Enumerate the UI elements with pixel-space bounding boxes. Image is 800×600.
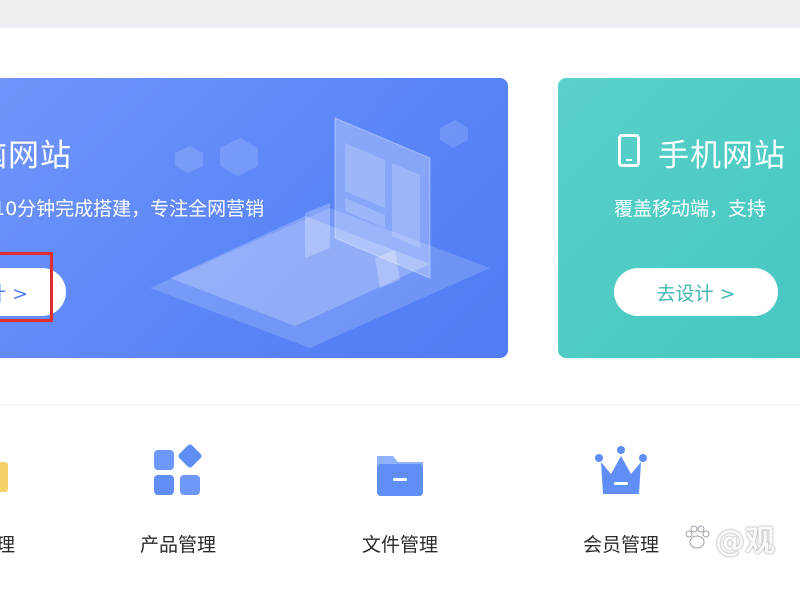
paw-watermark-icon (685, 525, 710, 549)
quick-item-label: 产品管理 (139, 534, 216, 556)
product-grid-icon (150, 444, 206, 500)
mobile-website-card: 手机网站 覆盖移动端，支持 去设计 > (558, 78, 800, 358)
pc-card-title: 脑网站 (0, 138, 72, 174)
pc-illustration (150, 117, 490, 348)
mobile-card-title: 手机网站 (658, 138, 786, 174)
partial-edge-icon[interactable] (0, 462, 8, 492)
quick-item-label: 文件管理 (361, 534, 438, 556)
pc-design-button[interactable]: 计 > (0, 268, 66, 316)
quick-item-label: 会员管理 (582, 534, 659, 556)
section-divider (0, 404, 800, 405)
crown-icon (593, 444, 649, 500)
pc-website-card: 脑网站 ，10分钟完成搭建，专注全网营销 计 > (0, 78, 508, 358)
watermark-text: @观 (715, 524, 775, 559)
quick-item-member-management[interactable]: 会员管理 (551, 444, 691, 557)
quick-item-product-management[interactable]: 产品管理 (108, 444, 248, 557)
mobile-design-button[interactable]: 去设计 > (614, 268, 778, 316)
pc-card-description: ，10分钟完成搭建，专注全网营销 (0, 198, 265, 220)
partial-edge-label[interactable]: 理 (0, 530, 15, 557)
folder-icon (372, 444, 428, 500)
mobile-card-description: 覆盖移动端，支持 (614, 198, 767, 220)
mobile-phone-icon (618, 134, 640, 167)
quick-item-file-management[interactable]: 文件管理 (330, 444, 470, 557)
top-bar (0, 0, 800, 28)
